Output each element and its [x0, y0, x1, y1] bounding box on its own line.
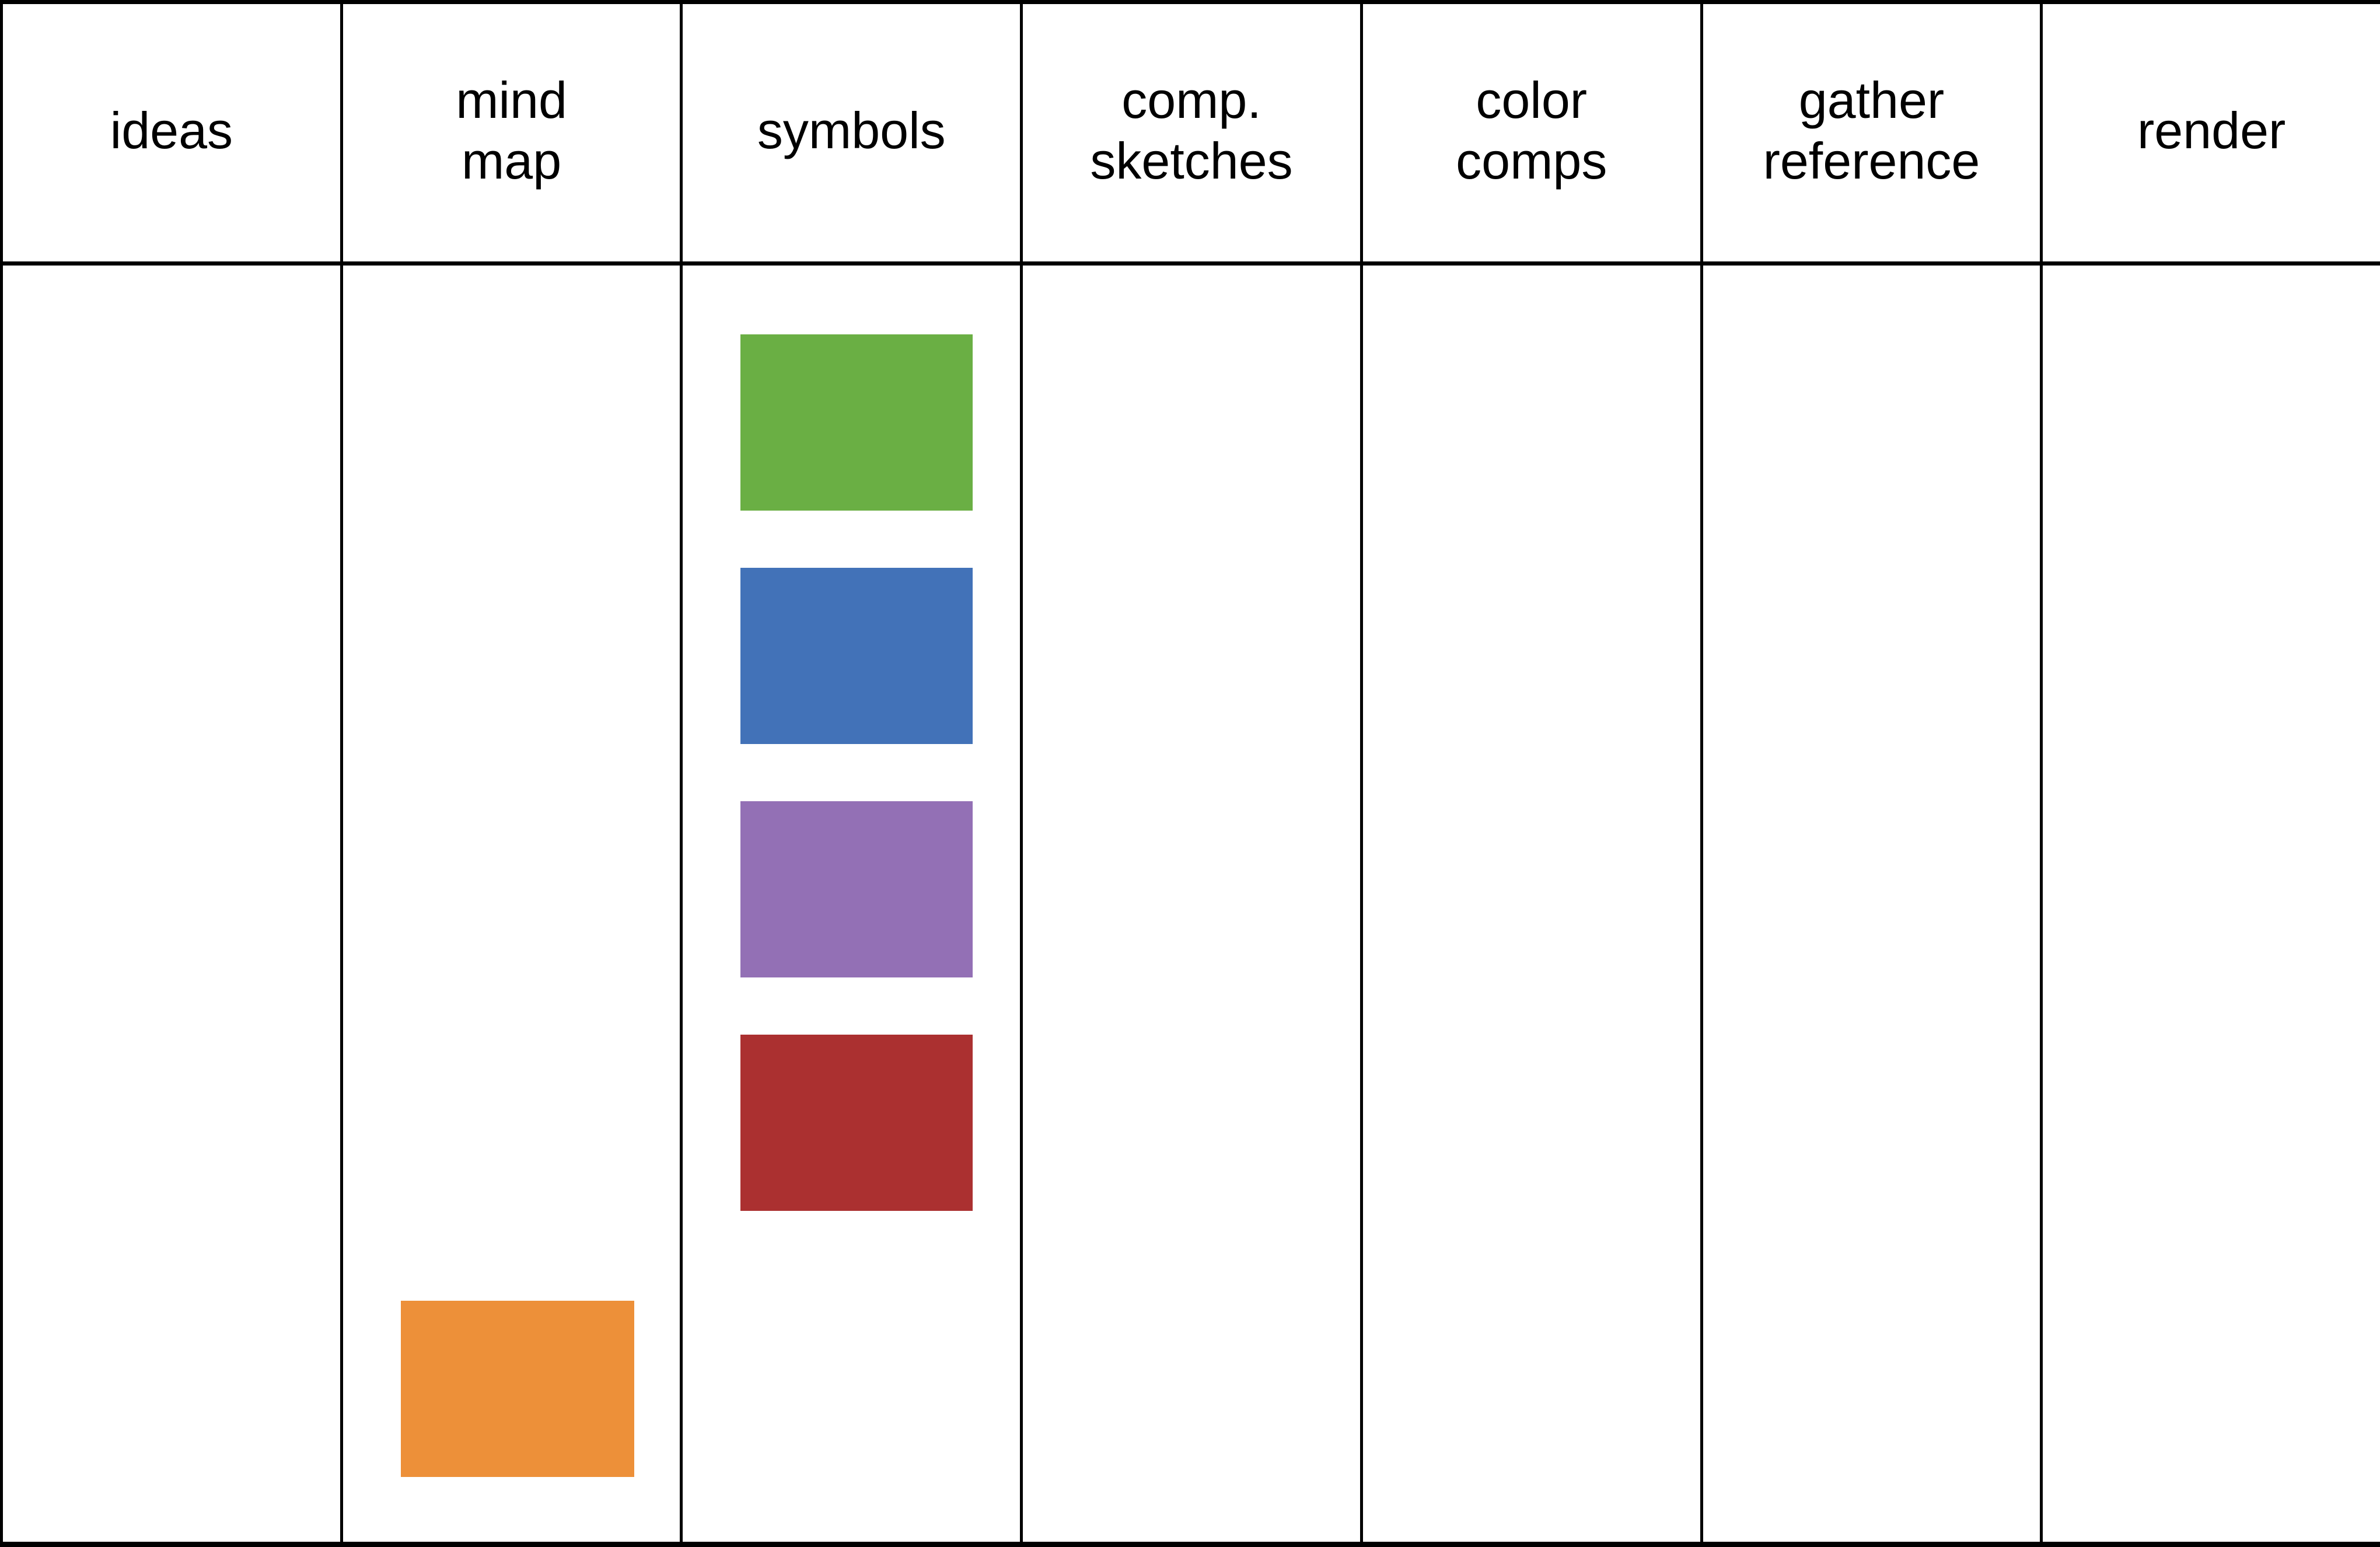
card-stack	[740, 334, 973, 1211]
column-gather-reference[interactable]: gather reference	[1703, 0, 2043, 1547]
column-header-comp-sketches[interactable]: comp. sketches	[1023, 0, 1360, 266]
column-color-comps[interactable]: color comps	[1362, 0, 1703, 1547]
column-list: ideas mind map symbols comp. sketches co…	[0, 0, 2380, 1547]
column-ideas[interactable]: ideas	[0, 0, 343, 1547]
card-blue[interactable]	[740, 568, 973, 744]
column-render[interactable]: render	[2043, 0, 2380, 1547]
column-header-symbols[interactable]: symbols	[683, 0, 1021, 266]
column-body-gather-reference[interactable]	[1703, 266, 2040, 1547]
column-title-line: sketches	[1090, 132, 1293, 190]
column-title-line: mind	[456, 71, 567, 130]
column-title-line: ideas	[110, 102, 233, 160]
card-orange[interactable]	[400, 1301, 634, 1477]
column-title-line: gather	[1798, 71, 1945, 130]
column-body-render[interactable]	[2043, 266, 2380, 1547]
column-title-line: color	[1476, 71, 1588, 130]
column-header-ideas[interactable]: ideas	[3, 0, 340, 266]
column-body-color-comps[interactable]	[1363, 266, 1700, 1547]
card-red[interactable]	[740, 1035, 973, 1211]
card-purple[interactable]	[740, 801, 973, 977]
column-symbols[interactable]: symbols	[683, 0, 1023, 1547]
column-title-line: comp.	[1121, 71, 1261, 130]
column-body-mind-map[interactable]	[343, 266, 680, 1547]
column-mind-map[interactable]: mind map	[343, 0, 683, 1547]
column-comp-sketches[interactable]: comp. sketches	[1023, 0, 1363, 1547]
column-header-gather-reference[interactable]: gather reference	[1703, 0, 2040, 266]
column-title-line: symbols	[757, 102, 946, 160]
column-title-line: render	[2137, 102, 2286, 160]
column-header-render[interactable]: render	[2043, 0, 2380, 266]
column-body-symbols[interactable]	[683, 266, 1020, 1547]
kanban-board: ideas mind map symbols comp. sketches co…	[0, 0, 2380, 1547]
column-body-comp-sketches[interactable]	[1023, 266, 1360, 1547]
column-title-line: map	[461, 132, 562, 190]
card-green[interactable]	[740, 334, 973, 511]
column-header-color-comps[interactable]: color comps	[1362, 0, 1700, 266]
column-title-line: reference	[1763, 132, 1980, 190]
column-title-line: comps	[1456, 132, 1607, 190]
column-header-mind-map[interactable]: mind map	[343, 0, 680, 266]
column-body-ideas[interactable]	[3, 266, 340, 1547]
